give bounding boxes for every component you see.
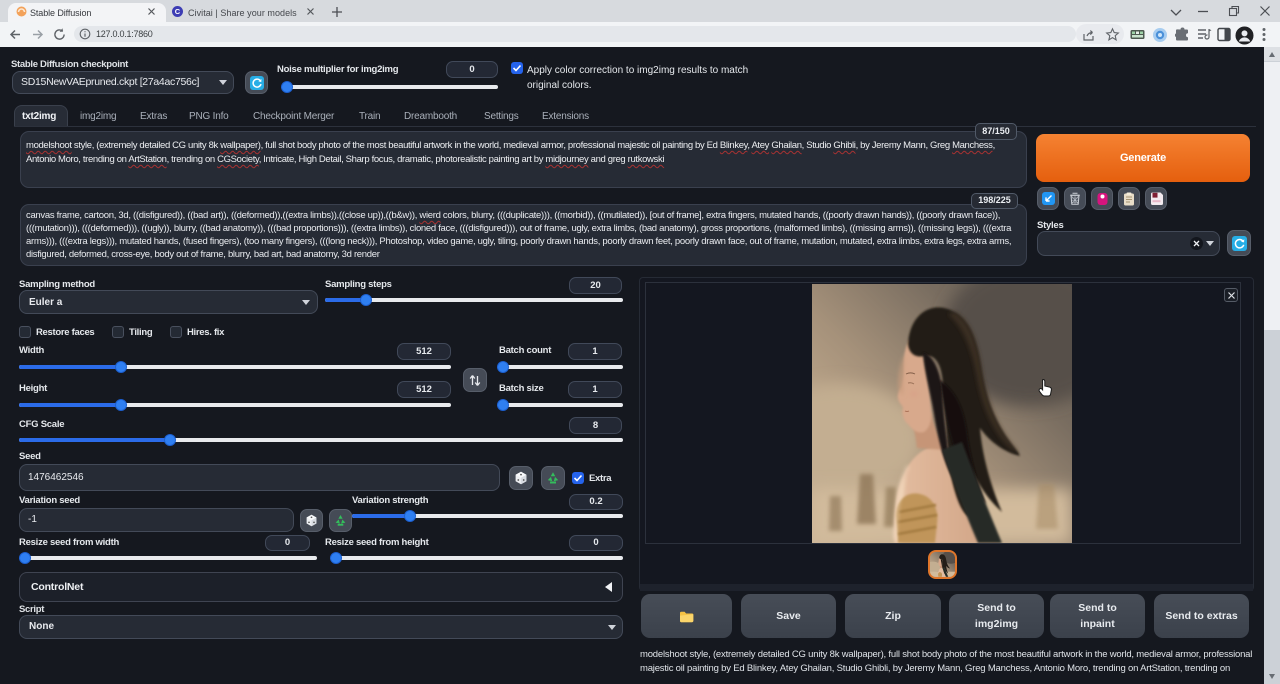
svg-text:C: C (175, 7, 181, 16)
